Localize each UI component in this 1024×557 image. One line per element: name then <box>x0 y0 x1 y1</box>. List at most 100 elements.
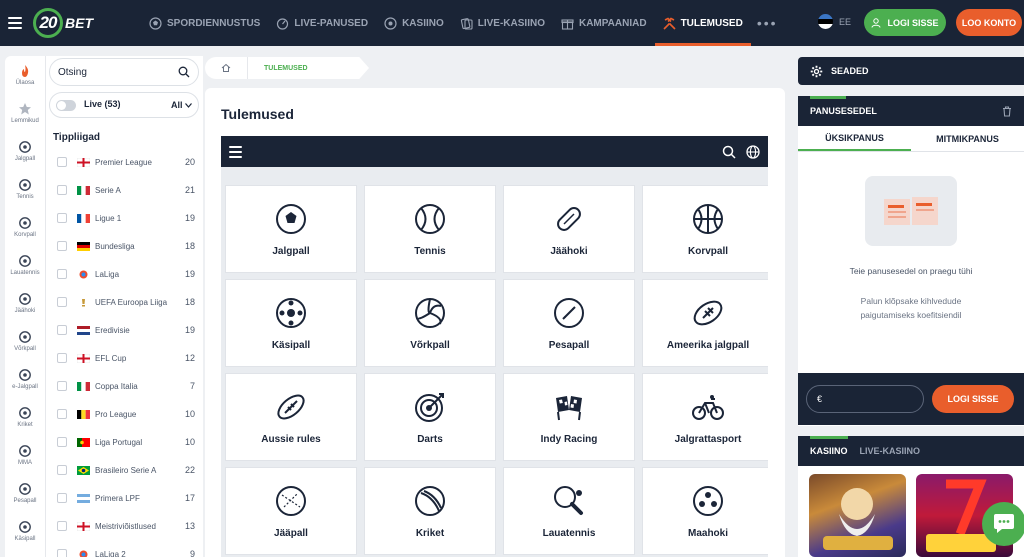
home-icon[interactable] <box>205 57 247 79</box>
search-icon[interactable] <box>178 66 190 78</box>
chat-button[interactable] <box>982 502 1024 546</box>
league-item[interactable]: EFL Cup 12 <box>46 344 203 372</box>
league-checkbox[interactable] <box>57 241 67 251</box>
league-checkbox[interactable] <box>57 297 67 307</box>
stake-input[interactable]: € <box>806 385 924 413</box>
league-checkbox[interactable] <box>57 353 67 363</box>
sport-tile-käsipall[interactable]: Käsipall <box>225 279 357 367</box>
filter-dropdown[interactable]: All <box>171 100 192 110</box>
rail-item-ülaosa[interactable]: Ülaosa <box>5 56 45 94</box>
rail-item-korvpall[interactable]: Korvpall <box>5 208 45 246</box>
nav-item-live-panused[interactable]: LIVE-PANUSED <box>268 0 376 46</box>
league-item[interactable]: Eredivisie 19 <box>46 316 203 344</box>
league-count: 19 <box>184 325 195 335</box>
league-item[interactable]: Meistriviõistlused 13 <box>46 512 203 540</box>
sport-tile-jääpall[interactable]: Jääpall <box>225 467 357 555</box>
sport-tile-võrkpall[interactable]: Võrkpall <box>364 279 496 367</box>
country-flag-icon <box>77 241 90 251</box>
rail-item-e-jalgpall[interactable]: e-Jalgpall <box>5 360 45 398</box>
league-checkbox[interactable] <box>57 493 67 503</box>
league-item[interactable]: Primera LPF 17 <box>46 484 203 512</box>
game-thumbnail-olympus[interactable] <box>809 474 906 557</box>
league-item[interactable]: Bundesliga 18 <box>46 232 203 260</box>
league-checkbox[interactable] <box>57 157 67 167</box>
bicycle-icon <box>692 394 724 420</box>
rail-item-jalgpall[interactable]: Jalgpall <box>5 132 45 170</box>
league-item[interactable]: UEFA Euroopa Liiga 18 <box>46 288 203 316</box>
betslip-login-button[interactable]: LOGI SISSE <box>932 385 1014 413</box>
sport-tile-label: Korvpall <box>687 245 728 257</box>
rail-item-pesapall[interactable]: Pesapall <box>5 474 45 512</box>
tab-multi-bet[interactable]: MITMIKPANUS <box>911 126 1024 151</box>
sport-tile-label: Aussie rules <box>261 433 321 445</box>
rail-item-lauatennis[interactable]: Lauatennis <box>5 246 45 284</box>
sport-tile-korvpall[interactable]: Korvpall <box>642 185 768 273</box>
tennis-ball-icon <box>18 178 32 192</box>
nav-item-tulemused[interactable]: TULEMUSED <box>654 0 752 46</box>
league-checkbox[interactable] <box>57 409 67 419</box>
league-item[interactable]: Serie A 21 <box>46 176 203 204</box>
login-button[interactable]: LOGI SISSE <box>864 9 946 36</box>
league-item[interactable]: Brasileiro Serie A 22 <box>46 456 203 484</box>
league-checkbox[interactable] <box>57 437 67 447</box>
register-button[interactable]: LOO KONTO <box>956 9 1022 36</box>
league-checkbox[interactable] <box>57 381 67 391</box>
sport-tile-kriket[interactable]: Kriket <box>364 467 496 555</box>
sport-tile-maahoki[interactable]: Maahoki <box>642 467 768 555</box>
sport-tile-aussie-rules[interactable]: Aussie rules <box>225 373 357 461</box>
league-item[interactable]: Liga Portugal 10 <box>46 428 203 456</box>
nav-item-live-kasiino[interactable]: LIVE-KASIINO <box>452 0 553 46</box>
league-item[interactable]: LaLiga 2 9 <box>46 540 203 557</box>
settings-button[interactable]: SEADED <box>798 57 1024 85</box>
rail-item-kriket[interactable]: Kriket <box>5 398 45 436</box>
league-checkbox[interactable] <box>57 269 67 279</box>
sport-tile-pesapall[interactable]: Pesapall <box>503 279 635 367</box>
results-menu-icon[interactable] <box>229 145 242 158</box>
nav-item-kampaaniad[interactable]: KAMPAANIAD <box>553 0 655 46</box>
league-item[interactable]: Premier League 20 <box>46 148 203 176</box>
menu-icon[interactable] <box>8 17 22 29</box>
rail-item-mma[interactable]: MMA <box>5 436 45 474</box>
sport-tile-label: Tennis <box>414 245 446 257</box>
league-checkbox[interactable] <box>57 325 67 335</box>
league-item[interactable]: Coppa Italia 7 <box>46 372 203 400</box>
nav-item-kasiino[interactable]: KASIINO <box>376 0 452 46</box>
globe-icon[interactable] <box>746 144 760 159</box>
tab-live-casino[interactable]: LIVE-KASIINO <box>860 446 921 456</box>
nav-item-spordiennustus[interactable]: SPORDIENNUSTUS <box>141 0 268 46</box>
league-checkbox[interactable] <box>57 213 67 223</box>
rail-item-tennis[interactable]: Tennis <box>5 170 45 208</box>
league-item[interactable]: Pro League 10 <box>46 400 203 428</box>
language-selector[interactable]: EE <box>818 14 851 29</box>
rail-item-jäähoki[interactable]: Jäähoki <box>5 284 45 322</box>
rail-item-lemmikud[interactable]: Lemmikud <box>5 94 45 132</box>
results-search-icon[interactable] <box>722 145 736 159</box>
search-input[interactable] <box>58 66 168 78</box>
league-checkbox[interactable] <box>57 521 67 531</box>
nav-item-label: SPORDIENNUSTUS <box>167 17 261 29</box>
tab-single-bet[interactable]: ÜKSIKPANUS <box>798 126 911 151</box>
sport-tile-jalgrattasport[interactable]: Jalgrattasport <box>642 373 768 461</box>
field-hockey-icon <box>693 485 723 516</box>
live-toggle[interactable] <box>56 99 76 111</box>
sport-tile-jäähoki[interactable]: Jäähoki <box>503 185 635 273</box>
brand-logo[interactable]: 20 BET <box>33 8 93 38</box>
sport-tile-jalgpall[interactable]: Jalgpall <box>225 185 357 273</box>
rail-item-võrkpall[interactable]: Võrkpall <box>5 322 45 360</box>
sport-tile-indy-racing[interactable]: Indy Racing <box>503 373 635 461</box>
sport-tile-darts[interactable]: Darts <box>364 373 496 461</box>
league-checkbox[interactable] <box>57 185 67 195</box>
league-checkbox[interactable] <box>57 465 67 475</box>
more-menu-icon[interactable]: ••• <box>751 15 778 31</box>
trash-icon[interactable] <box>1002 105 1012 117</box>
rail-item-käsipall[interactable]: Käsipall <box>5 512 45 550</box>
league-item[interactable]: Ligue 1 19 <box>46 204 203 232</box>
main-nav: SPORDIENNUSTUS LIVE-PANUSED KASIINO LIVE-KA… <box>141 0 752 46</box>
sport-tile-tennis[interactable]: Tennis <box>364 185 496 273</box>
sport-tile-ameerika-jalgpall[interactable]: Ameerika jalgpall <box>642 279 768 367</box>
country-flag-icon <box>77 493 90 503</box>
league-checkbox[interactable] <box>57 549 67 557</box>
league-item[interactable]: LaLiga 19 <box>46 260 203 288</box>
sport-tile-lauatennis[interactable]: Lauatennis <box>503 467 635 555</box>
tab-casino[interactable]: KASIINO <box>810 446 848 456</box>
